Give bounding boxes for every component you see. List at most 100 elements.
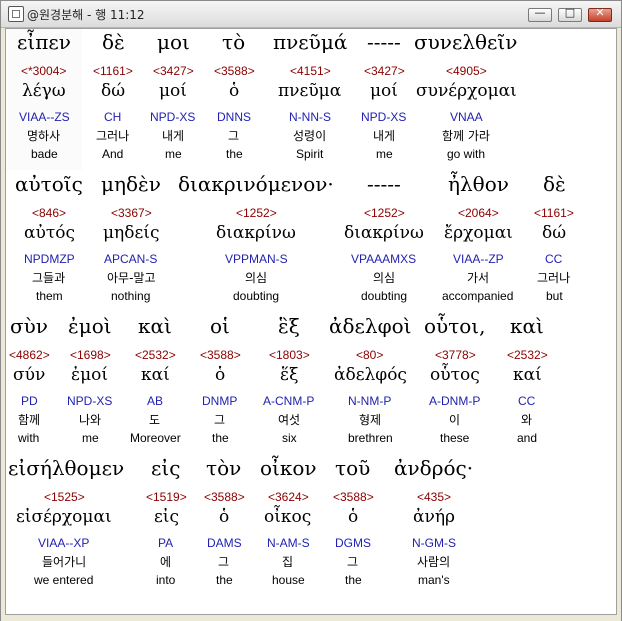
greek-word[interactable]: εἰσήλθομεν (8, 456, 124, 480)
parsing-code: PA (158, 536, 174, 550)
strongs-number: <4905> (446, 64, 487, 78)
lemma: ὁ (215, 365, 226, 385)
parsing-code: DNNS (217, 110, 252, 124)
english-gloss: the (345, 573, 362, 587)
greek-word[interactable]: συνελθεῖν (414, 30, 517, 54)
lemma: καί (513, 365, 542, 385)
app-icon (8, 6, 24, 22)
parsing-code: NPD-XS (67, 394, 113, 408)
korean-gloss: 와 (521, 413, 533, 427)
strongs-number: <2064> (458, 206, 499, 220)
korean-gloss: 형제 (359, 413, 382, 427)
lemma: εἰσέρχομαι (16, 507, 112, 527)
parsing-code: A-CNM-P (263, 394, 315, 408)
lemma: ἐμοί (71, 365, 109, 385)
lemma: διακρίνω (216, 223, 296, 243)
strongs-number: <1525> (44, 490, 85, 504)
greek-word[interactable]: τὸν (206, 456, 241, 480)
greek-word[interactable]: οἶκον (260, 456, 317, 480)
korean-gloss: 그러나 (537, 271, 571, 285)
greek-word[interactable]: εἰς (151, 456, 180, 480)
strongs-number: <3588> (204, 490, 245, 504)
greek-word[interactable]: καὶ (510, 314, 544, 338)
korean-gloss: 여섯 (278, 413, 301, 427)
english-gloss: me (165, 147, 182, 161)
english-gloss: Moreover (130, 431, 181, 445)
greek-word[interactable]: καὶ (138, 314, 172, 338)
strongs-number: <2532> (135, 348, 176, 362)
app-window: @원경분해 - 행 11:12 — □ ✕ εἶπεν <*3004> λέγω VI… (0, 0, 622, 621)
lemma: καί (141, 365, 170, 385)
english-gloss: me (376, 147, 393, 161)
korean-gloss: 그 (218, 555, 230, 569)
greek-word[interactable]: μηδὲν (101, 172, 161, 196)
lemma: διακρίνω (344, 223, 424, 243)
strongs-number: <4151> (290, 64, 331, 78)
parsing-code: NPD-XS (361, 110, 407, 124)
lemma: οἶκος (264, 507, 312, 527)
greek-word[interactable]: αὐτοῖς (15, 172, 83, 196)
strongs-number: <2532> (507, 348, 548, 362)
parsing-code: AB (147, 394, 164, 408)
greek-word[interactable]: ἓξ (278, 314, 300, 338)
english-gloss: doubting (361, 289, 408, 303)
english-gloss: me (82, 431, 99, 445)
close-button[interactable]: ✕ (588, 6, 612, 22)
strongs-number: <3778> (435, 348, 476, 362)
parsing-code: A-DNM-P (429, 394, 481, 408)
parsing-code: CC (545, 252, 563, 266)
lemma: λέγω (22, 81, 66, 101)
korean-gloss: 명하사 (27, 129, 61, 143)
korean-gloss: 그 (228, 129, 240, 143)
lemma: αὐτός (24, 223, 75, 243)
greek-word[interactable]: δὲ (102, 30, 125, 54)
parsing-code: DNMP (202, 394, 238, 408)
lemma: δώ (101, 81, 126, 101)
english-gloss: these (440, 431, 470, 445)
lemma: μοί (159, 81, 187, 101)
parsing-code: N-NN-S (289, 110, 331, 124)
greek-word[interactable]: εἶπεν (17, 30, 71, 54)
greek-word[interactable]: οὗτοι, (424, 314, 486, 338)
window-bottom-edge (1, 615, 621, 621)
strongs-number: <1161> (93, 64, 133, 78)
greek-word[interactable]: τὸ (222, 30, 245, 54)
english-gloss: nothing (111, 289, 151, 303)
korean-gloss: 그 (214, 413, 226, 427)
greek-word[interactable]: μοι (157, 30, 190, 54)
title-bar[interactable]: @원경분해 - 행 11:12 — □ ✕ (1, 1, 621, 28)
english-gloss: accompanied (442, 289, 514, 303)
greek-word[interactable]: δὲ (543, 172, 566, 196)
korean-gloss: 에 (160, 555, 172, 569)
greek-word[interactable]: οἱ (210, 314, 230, 338)
greek-word[interactable]: ἐμοὶ (68, 314, 112, 338)
korean-gloss: 내게 (373, 129, 396, 143)
english-gloss: bade (31, 147, 58, 161)
greek-word[interactable]: πνεῦμά (273, 30, 347, 54)
english-gloss: And (102, 147, 124, 161)
strongs-number: <1698> (70, 348, 111, 362)
english-gloss: the (216, 573, 233, 587)
greek-word[interactable]: ἀδελφοὶ (329, 314, 411, 338)
english-gloss: go with (447, 147, 486, 161)
maximize-button[interactable]: □ (558, 6, 582, 22)
english-gloss: brethren (348, 431, 393, 445)
minimize-button[interactable]: — (528, 6, 552, 22)
greek-word[interactable]: διακρινόμενον· (178, 172, 334, 196)
greek-word[interactable]: σὺν (10, 314, 48, 338)
strongs-number: <3588> (333, 490, 374, 504)
korean-gloss: 들어가니 (42, 555, 87, 569)
strongs-number: <1252> (364, 206, 405, 220)
parsing-code: PD (21, 394, 38, 408)
strongs-number: <3367> (111, 206, 152, 220)
greek-word[interactable]: τοῦ (335, 456, 370, 480)
english-gloss: and (517, 431, 538, 445)
strongs-number: <1519> (146, 490, 187, 504)
lemma: ὁ (348, 507, 359, 527)
strongs-number: <3588> (200, 348, 241, 362)
greek-word[interactable]: ----- (367, 172, 401, 196)
lemma: πνεῦμα (278, 81, 342, 101)
greek-word[interactable]: ἀνδρός· (394, 456, 473, 480)
greek-word[interactable]: ----- (367, 30, 401, 54)
greek-word[interactable]: ἦλθον (448, 172, 509, 196)
